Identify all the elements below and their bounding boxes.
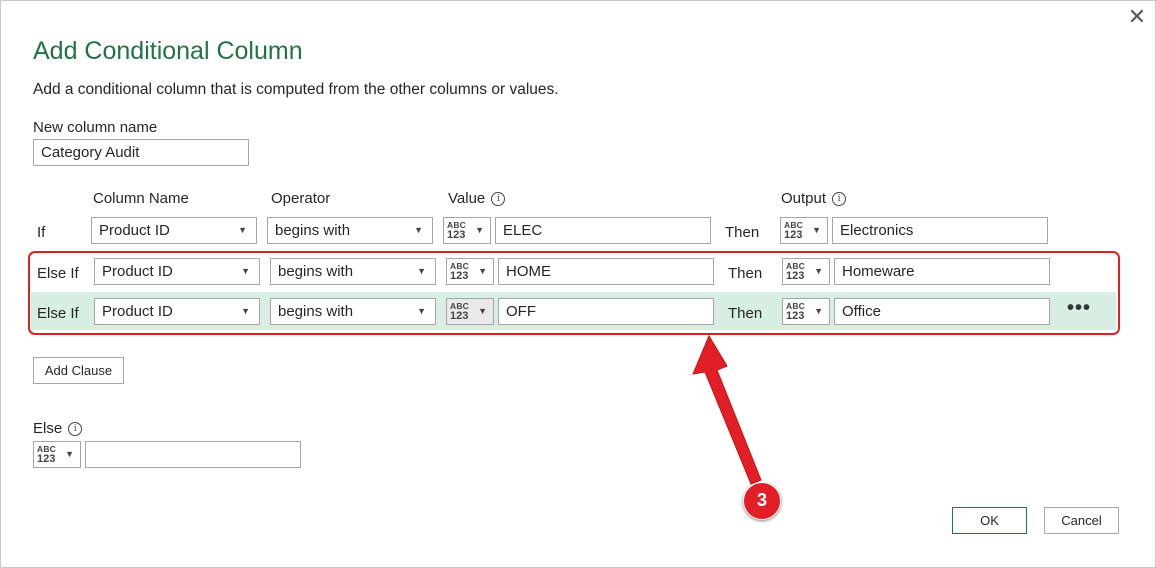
else-value-input[interactable] — [85, 441, 301, 468]
value-header: Value i — [448, 190, 506, 207]
clause-operator-dropdown[interactable]: begins with ▼ — [267, 217, 433, 244]
step-number-badge: 3 — [743, 482, 781, 520]
chevron-down-icon: ▼ — [475, 225, 484, 235]
else-type-button[interactable]: ABC 123 ▼ — [33, 441, 81, 468]
ok-button[interactable]: OK — [952, 507, 1027, 534]
operator-header: Operator — [271, 190, 331, 207]
type-123-icon: 123 — [784, 229, 803, 241]
else-info-icon[interactable]: i — [68, 422, 83, 437]
type-123-icon: 123 — [447, 229, 466, 241]
clause-column-value: Product ID — [99, 222, 170, 239]
value-type-button[interactable]: ABC 123 ▼ — [443, 217, 491, 244]
chevron-down-icon: ▼ — [812, 225, 821, 235]
chevron-down-icon: ▼ — [414, 225, 423, 235]
annotation-highlight-box — [28, 251, 1120, 335]
clause-output-input[interactable]: Electronics — [832, 217, 1048, 244]
chevron-down-icon: ▼ — [238, 225, 247, 235]
output-header: Output i — [781, 190, 847, 207]
annotation-arrow — [692, 334, 762, 485]
else-label: Else — [33, 420, 63, 437]
clause-value-input[interactable]: ELEC — [495, 217, 711, 244]
arrow-shape — [692, 334, 762, 485]
dialog-subtitle: Add a conditional column that is compute… — [33, 81, 559, 98]
output-info-icon[interactable]: i — [832, 192, 847, 207]
column-name-header: Column Name — [93, 190, 189, 207]
type-123-icon: 123 — [37, 453, 56, 465]
then-label: Then — [725, 224, 760, 241]
clause-column-dropdown[interactable]: Product ID ▼ — [91, 217, 257, 244]
clause-operator-value: begins with — [275, 222, 351, 239]
cancel-button[interactable]: Cancel — [1044, 507, 1119, 534]
output-type-button[interactable]: ABC 123 ▼ — [780, 217, 828, 244]
new-column-name-label: New column name — [33, 119, 158, 136]
value-info-icon[interactable]: i — [491, 192, 506, 207]
add-conditional-column-dialog: ✕ Add Conditional Column Add a condition… — [0, 0, 1156, 568]
output-header-label: Output — [781, 190, 827, 207]
value-header-label: Value — [448, 190, 486, 207]
clause-prefix: If — [37, 224, 46, 241]
new-column-name-input[interactable]: Category Audit — [33, 139, 249, 166]
dialog-title: Add Conditional Column — [33, 37, 303, 65]
else-label-row: Else i — [33, 420, 83, 437]
chevron-down-icon: ▼ — [65, 449, 74, 459]
add-clause-button[interactable]: Add Clause — [33, 357, 124, 384]
close-icon[interactable]: ✕ — [1125, 5, 1149, 29]
